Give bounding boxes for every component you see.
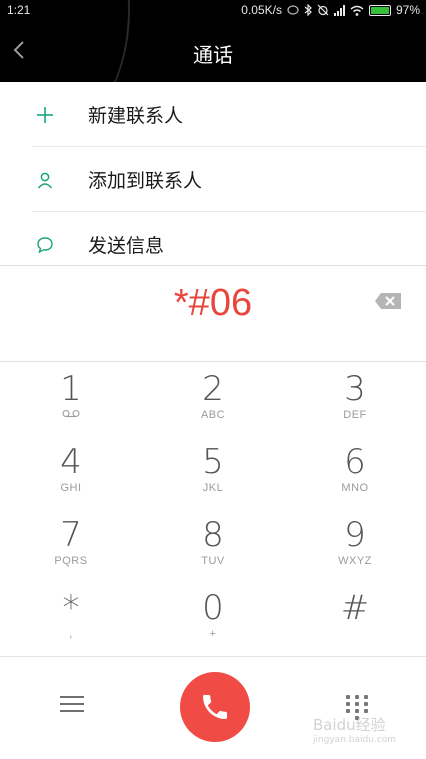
- key-2[interactable]: 2 ABC: [142, 362, 284, 435]
- key-8[interactable]: 8 TUV: [142, 508, 284, 581]
- key-digit: 5: [202, 442, 224, 482]
- key-digit: 9: [344, 515, 366, 555]
- key-letters: ,: [69, 628, 73, 640]
- key-letters: MNO: [341, 482, 369, 494]
- key-1[interactable]: 1: [0, 362, 142, 435]
- key-digit: 0: [202, 588, 224, 628]
- dialed-number: *#06: [173, 282, 253, 324]
- voicemail-icon: [0, 409, 142, 421]
- chat-bubble-icon: [32, 232, 58, 258]
- dial-keypad: 1 2 ABC 3 DEF 4 GHI 5 JKL 6 MNO 7 PQRS 8…: [0, 362, 426, 656]
- key-letters: ABC: [200, 409, 226, 421]
- key-letters: PQRS: [54, 555, 88, 567]
- add-to-contact-option[interactable]: 添加到联系人: [0, 147, 426, 212]
- key-6[interactable]: 6 MNO: [284, 435, 426, 508]
- call-button[interactable]: [180, 672, 250, 742]
- vibrate-icon: [287, 5, 299, 15]
- menu-button[interactable]: [60, 696, 84, 718]
- key-digit: 1: [60, 369, 82, 409]
- backspace-button[interactable]: [374, 292, 402, 310]
- key-3[interactable]: 3 DEF: [284, 362, 426, 435]
- key-digit: 7: [60, 515, 82, 555]
- new-contact-option[interactable]: 新建联系人: [0, 82, 426, 147]
- key-digit: 6: [344, 442, 366, 482]
- key-hash[interactable]: #: [284, 581, 426, 654]
- key-letters: JKL: [202, 482, 224, 494]
- number-display: *#06: [0, 265, 426, 362]
- option-label: 添加到联系人: [88, 170, 203, 192]
- backspace-icon: [375, 293, 401, 309]
- key-star[interactable]: * ,: [0, 581, 142, 654]
- option-label: 新建联系人: [88, 105, 184, 127]
- key-digit: 8: [202, 515, 224, 555]
- battery-percent: 97%: [395, 3, 420, 17]
- bottom-bar: Baidu经验 jingyan.baidu.com: [0, 656, 426, 759]
- wifi-icon: [350, 5, 364, 16]
- key-letters: GHI: [60, 482, 82, 494]
- options-list: 新建联系人 添加到联系人 发送信息: [0, 82, 426, 277]
- status-bar: 1:21 0.05K/s 97%: [0, 0, 426, 20]
- key-0[interactable]: 0 +: [142, 581, 284, 654]
- watermark-url: jingyan.baidu.com: [312, 735, 396, 745]
- key-9[interactable]: 9 WXYZ: [284, 508, 426, 581]
- key-digit: 4: [60, 442, 82, 482]
- page-title: 通话: [193, 43, 233, 67]
- title-bar: 通话: [0, 30, 426, 74]
- status-time: 1:21: [7, 3, 31, 17]
- key-digit: *: [62, 588, 80, 628]
- key-digit: 3: [344, 369, 366, 409]
- battery-icon: [368, 4, 391, 16]
- plus-icon: [32, 102, 58, 128]
- network-speed: 0.05K/s: [241, 3, 282, 17]
- key-4[interactable]: 4 GHI: [0, 435, 142, 508]
- key-letters: DEF: [343, 409, 367, 421]
- bluetooth-icon: [304, 4, 312, 16]
- key-5[interactable]: 5 JKL: [142, 435, 284, 508]
- key-letters: WXYZ: [338, 555, 372, 567]
- key-digit: 2: [202, 369, 224, 409]
- alarm-off-icon: [317, 4, 329, 16]
- person-icon: [32, 167, 58, 193]
- key-letters: +: [209, 628, 217, 640]
- option-label: 发送信息: [88, 235, 165, 257]
- signal-icon: [333, 4, 345, 16]
- watermark-text: Baidu经验: [312, 716, 386, 734]
- key-digit: #: [340, 588, 370, 628]
- watermark: Baidu经验 jingyan.baidu.com: [313, 714, 396, 745]
- menu-icon: [60, 696, 84, 712]
- phone-icon: [203, 695, 227, 719]
- key-7[interactable]: 7 PQRS: [0, 508, 142, 581]
- top-bar: 1:21 0.05K/s 97% 通话: [0, 0, 426, 82]
- key-letters: TUV: [201, 555, 225, 567]
